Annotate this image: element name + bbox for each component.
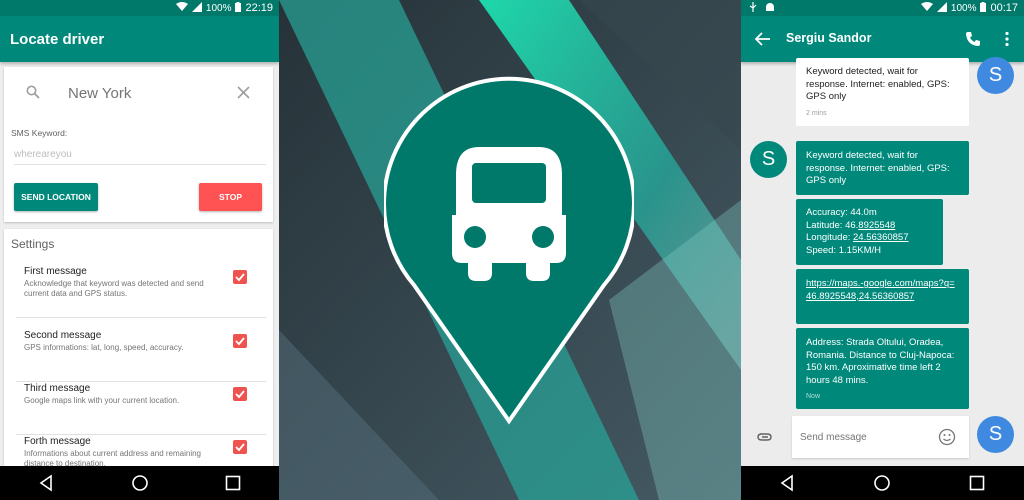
setting-title: Second message	[24, 330, 102, 341]
center-graphic	[279, 0, 741, 500]
app-bar: Locate driver	[0, 16, 279, 62]
sms-keyword-placeholder: whereareyou	[14, 149, 72, 160]
setting-description: Acknowledge that keyword was detected an…	[24, 279, 204, 298]
signal-icon	[936, 1, 947, 15]
checkbox[interactable]	[233, 440, 247, 454]
home-nav-icon[interactable]	[873, 474, 891, 492]
send-location-button[interactable]: SEND LOCATION	[14, 183, 98, 211]
emoji-icon[interactable]	[938, 428, 956, 446]
status-bar: 100% 22:19	[0, 0, 279, 16]
usb-icon	[749, 1, 757, 15]
recents-nav-icon[interactable]	[224, 474, 242, 492]
conversation-app-bar: Sergiu Sandor	[741, 16, 1024, 62]
message-text: Keyword detected, wait for response. Int…	[806, 150, 950, 186]
battery-percent: 100%	[950, 2, 977, 14]
avatar[interactable]: S	[750, 141, 787, 178]
stop-button[interactable]: STOP	[199, 183, 262, 211]
message-text: Address: Strada Oltului, Oradea, Romania…	[806, 337, 955, 386]
setting-item[interactable]: Second message GPS informations: lat, lo…	[4, 330, 273, 382]
setting-description: Google maps link with your current locat…	[24, 396, 180, 405]
more-options-icon[interactable]	[999, 31, 1015, 47]
divider	[16, 317, 266, 318]
screenshot-root: 100% 22:19 Locate driver New York SMS Ke…	[0, 0, 1024, 500]
checkbox[interactable]	[233, 387, 247, 401]
app-title: Locate driver	[10, 30, 105, 48]
message-bubble[interactable]: Accuracy: 44.0m Latitude: 46.8925548 Lon…	[796, 199, 943, 265]
compose-placeholder: Send message	[800, 432, 867, 443]
checkbox[interactable]	[233, 334, 247, 348]
divider	[16, 434, 266, 435]
map-pin-car-icon	[384, 76, 634, 425]
android-icon	[765, 2, 775, 15]
contact-name: Sergiu Sandor	[786, 31, 872, 45]
phone-call-icon[interactable]	[965, 31, 981, 47]
setting-description: GPS informations: lat, long, speed, accu…	[24, 343, 184, 352]
setting-title: Forth message	[24, 436, 91, 447]
clock: 00:17	[990, 2, 1018, 14]
battery-icon	[980, 1, 987, 15]
battery-percent: 100%	[205, 2, 232, 14]
close-icon[interactable]	[237, 86, 250, 99]
accuracy-line: Accuracy: 44.0m	[806, 207, 877, 218]
clock: 22:19	[245, 2, 273, 14]
maps-link[interactable]: https://maps.-google.com/maps?q=46.89255…	[806, 278, 955, 302]
signal-icon	[191, 1, 202, 15]
message-compose-field[interactable]: Send message	[792, 416, 969, 458]
back-nav-icon[interactable]	[38, 474, 56, 492]
attachment-icon[interactable]	[757, 428, 775, 446]
longitude-link[interactable]: 24.56360857	[853, 232, 908, 243]
setting-item[interactable]: Forth message Informations about current…	[4, 436, 273, 469]
avatar-letter: S	[988, 64, 1003, 86]
recents-nav-icon[interactable]	[968, 474, 986, 492]
sms-keyword-field[interactable]: whereareyou	[14, 149, 266, 165]
message-time: 2 mins	[806, 109, 827, 117]
message-bubble[interactable]: Keyword detected, wait for response. Int…	[796, 141, 969, 195]
latitude-link[interactable]: 8925548	[858, 220, 895, 231]
setting-item[interactable]: Third message Google maps link with your…	[4, 383, 273, 435]
battery-icon	[235, 1, 242, 15]
back-arrow-icon[interactable]	[755, 31, 771, 47]
avatar[interactable]: S	[977, 416, 1014, 453]
setting-title: Third message	[24, 383, 91, 394]
latitude-label: Latitude: 46.	[806, 219, 859, 231]
sms-keyword-label: SMS Keyword:	[11, 128, 68, 138]
search-input[interactable]: New York	[68, 85, 131, 102]
home-nav-icon[interactable]	[131, 474, 149, 492]
settings-card: Settings First message Acknowledge that …	[4, 229, 273, 469]
message-text: Keyword detected, wait for response. Int…	[806, 66, 950, 102]
left-phone-screen: 100% 22:19 Locate driver New York SMS Ke…	[0, 0, 279, 500]
wifi-icon	[920, 1, 933, 15]
message-time: Now	[806, 393, 821, 400]
avatar-letter: S	[761, 148, 776, 170]
divider	[16, 381, 266, 382]
search-icon[interactable]	[26, 85, 40, 99]
back-nav-icon[interactable]	[779, 474, 797, 492]
search-card: New York SMS Keyword: whereareyou SEND L…	[4, 67, 273, 222]
avatar[interactable]: S	[977, 57, 1014, 94]
search-bar[interactable]: New York	[4, 67, 273, 119]
speed-line: Speed: 1.15KM/H	[806, 244, 881, 256]
checkbox[interactable]	[233, 270, 247, 284]
settings-title: Settings	[11, 237, 55, 251]
message-bubble[interactable]: Keyword detected, wait for response. Int…	[796, 58, 969, 126]
message-bubble[interactable]: Address: Strada Oltului, Oradea, Romania…	[796, 328, 969, 409]
nav-bar	[0, 466, 279, 500]
setting-title: First message	[24, 266, 87, 277]
message-bubble[interactable]: https://maps.-google.com/maps?q=46.89255…	[796, 269, 969, 324]
avatar-letter: S	[988, 423, 1003, 445]
status-bar: 100% 00:17	[741, 0, 1024, 16]
setting-item[interactable]: First message Acknowledge that keyword w…	[4, 266, 273, 318]
longitude-label: Longitude:	[806, 232, 854, 243]
right-phone-screen: 100% 00:17 Sergiu Sandor Keyword detecte…	[741, 0, 1024, 500]
nav-bar	[741, 466, 1024, 500]
wifi-icon	[175, 1, 188, 15]
